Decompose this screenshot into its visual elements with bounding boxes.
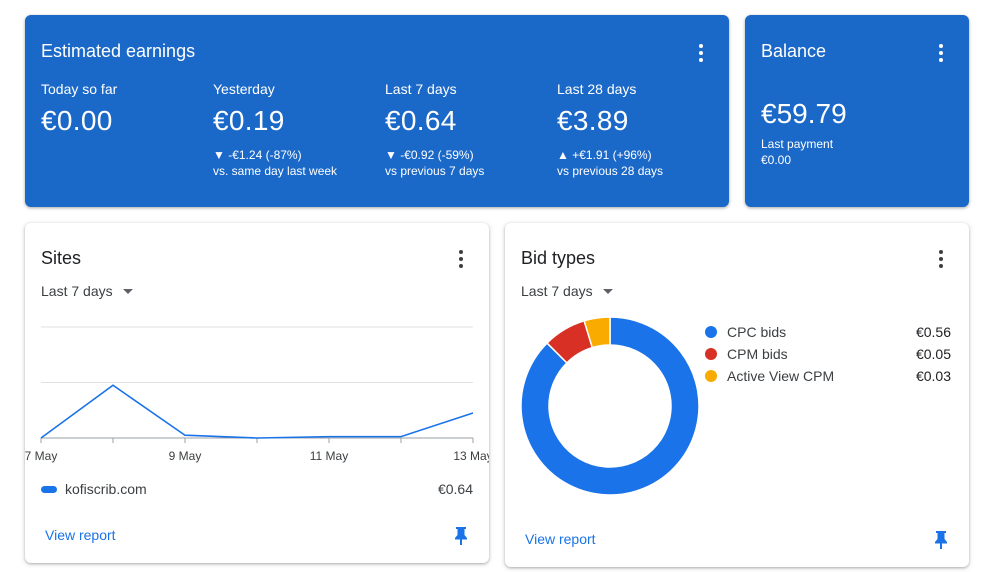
metric-value: €3.89 <box>557 105 629 136</box>
metric-last-28-days[interactable]: Last 28 days €3.89 ▲ +€1.91 (+96%) vs pr… <box>557 81 727 179</box>
legend-value: €0.05 <box>915 346 951 362</box>
pin-icon[interactable] <box>454 526 468 546</box>
site-name: kofiscrib.com <box>65 481 147 497</box>
caret-down-icon <box>602 288 613 294</box>
legend-item-cpm[interactable]: CPM bids €0.05 <box>705 343 951 365</box>
bid-types-title: Bid types <box>521 248 596 268</box>
legend-item-cpc[interactable]: CPC bids €0.56 <box>705 321 951 343</box>
metric-today[interactable]: Today so far €0.00 <box>41 81 211 137</box>
sites-more-icon[interactable] <box>451 247 471 271</box>
x-tick-label: 9 May <box>169 449 202 463</box>
metric-compare: vs previous 28 days <box>557 164 664 178</box>
metric-compare: vs. same day last week <box>213 164 338 178</box>
legend-label: Active View CPM <box>727 368 835 384</box>
balance-title: Balance <box>761 41 827 61</box>
x-tick-label: 7 May <box>25 449 57 463</box>
x-tick-label: 13 May <box>453 449 489 463</box>
legend-dot <box>705 370 717 382</box>
metric-change: ▼ -€0.92 (-59%) <box>385 148 474 162</box>
caret-down-icon <box>122 288 133 294</box>
legend-label: CPM bids <box>727 346 788 362</box>
metric-value: €0.64 <box>385 105 457 136</box>
site-value: €0.64 <box>437 481 473 497</box>
sites-range-dropdown[interactable]: Last 7 days <box>41 283 133 299</box>
metric-last-7-days[interactable]: Last 7 days €0.64 ▼ -€0.92 (-59%) vs pre… <box>385 81 555 179</box>
balance-card: Balance €59.79 Last payment €0.00 <box>745 15 969 207</box>
sites-title: Sites <box>41 248 82 268</box>
site-legend-row[interactable]: kofiscrib.com €0.64 <box>41 481 473 497</box>
legend-dot <box>705 326 717 338</box>
last-payment-value: €0.00 <box>761 153 792 167</box>
legend-label: CPC bids <box>727 324 787 340</box>
legend-value: €0.03 <box>915 368 951 384</box>
last-payment-label: Last payment <box>761 137 834 151</box>
x-tick-label: 11 May <box>310 449 348 463</box>
range-label: Last 7 days <box>41 283 113 299</box>
metric-yesterday[interactable]: Yesterday €0.19 ▼ -€1.24 (-87%) vs. same… <box>213 81 383 179</box>
earnings-title: Estimated earnings <box>41 41 196 61</box>
estimated-earnings-card: Estimated earnings Today so far €0.00 Ye… <box>25 15 729 207</box>
bid-types-legend: CPC bids €0.56 CPM bids €0.05 Active Vie… <box>705 321 951 387</box>
series-swatch <box>41 485 57 493</box>
metric-label: Last 28 days <box>557 81 637 97</box>
legend-dot <box>705 348 717 360</box>
bid-types-donut-chart <box>520 316 700 496</box>
metric-label: Yesterday <box>213 81 275 97</box>
bid-types-range-dropdown[interactable]: Last 7 days <box>521 283 613 299</box>
bid-types-card: Bid types Last 7 days CPC bids €0.56 CPM… <box>505 223 969 567</box>
metric-label: Last 7 days <box>385 81 457 97</box>
metric-compare: vs previous 7 days <box>385 164 485 178</box>
series-line <box>40 384 474 439</box>
bid-types-view-report-link[interactable]: View report <box>525 531 596 547</box>
legend-value: €0.56 <box>915 324 951 340</box>
bid-types-more-icon[interactable] <box>931 247 951 271</box>
balance-value: €59.79 <box>761 98 847 129</box>
pin-icon[interactable] <box>934 530 948 550</box>
sites-line-chart: 7 May 9 May 11 May 13 May <box>25 326 489 463</box>
range-label: Last 7 days <box>521 283 593 299</box>
earnings-more-icon[interactable] <box>691 41 711 65</box>
legend-item-active-view-cpm[interactable]: Active View CPM €0.03 <box>705 365 951 387</box>
metric-change: ▲ +€1.91 (+96%) <box>557 148 652 162</box>
sites-card: Sites Last 7 days 7 May 9 May 11 May 13 May… <box>25 223 489 563</box>
metric-value: €0.19 <box>213 105 285 136</box>
metric-value: €0.00 <box>41 105 113 136</box>
balance-more-icon[interactable] <box>931 41 951 65</box>
metric-change: ▼ -€1.24 (-87%) <box>213 148 302 162</box>
metric-label: Today so far <box>41 81 118 97</box>
sites-view-report-link[interactable]: View report <box>45 527 116 543</box>
